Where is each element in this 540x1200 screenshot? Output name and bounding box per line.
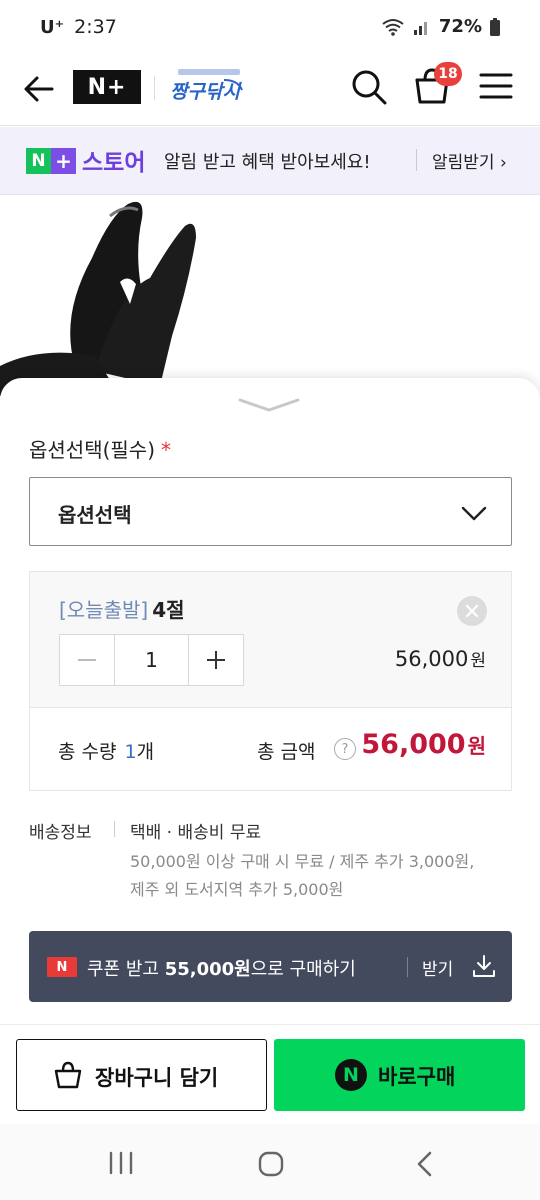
download-icon[interactable] <box>471 953 497 979</box>
quantity-stepper: 1 <box>59 634 244 686</box>
chevron-down-icon <box>238 398 300 412</box>
coupon-divider <box>407 957 408 977</box>
close-icon <box>465 604 479 618</box>
home-button[interactable] <box>258 1151 284 1177</box>
back-icon <box>417 1151 432 1177</box>
banner-message: 알림 받고 혜택 받아보세요! <box>164 152 371 173</box>
option-select-dropdown[interactable]: 옵션선택 <box>29 477 512 546</box>
wifi-icon <box>382 18 404 36</box>
coupon-text-post: 으로 구매하기 <box>250 959 356 980</box>
coupon-text-pre: 쿠폰 받고 <box>87 959 165 980</box>
cart-count-badge: 18 <box>434 62 462 86</box>
recents-icon <box>109 1151 133 1175</box>
android-navigation-bar <box>0 1124 540 1200</box>
selected-item-card: [오늘출발] 4절 1 56,000 원 <box>29 571 512 707</box>
coupon-download-bar[interactable]: N 쿠폰 받고 55,000원으로 구매하기 받기 <box>29 931 512 1002</box>
order-total-summary: 총 수량 1개 총 금액 ? 56,000 원 <box>29 707 512 791</box>
add-to-cart-label: 장바구니 담기 <box>95 1066 219 1090</box>
option-label-text: 옵션선택(필수) <box>29 438 156 462</box>
item-price-value: 56,000 <box>394 647 469 671</box>
shipping-info-label: 배송정보 <box>29 823 92 843</box>
shipping-condition-line2: 제주 외 도서지역 추가 5,000원 <box>130 880 344 899</box>
product-photo <box>0 201 196 396</box>
total-amount-value: 56,000 <box>361 729 466 760</box>
buy-now-label: 바로구매 <box>378 1065 456 1089</box>
total-amount-unit: 원 <box>467 734 486 758</box>
status-left: U⁺ 2:37 <box>40 16 117 38</box>
naver-plus-logo[interactable]: N+ <box>73 70 141 104</box>
naver-coupon-badge: N <box>47 957 77 977</box>
option-label: 옵션선택(필수) * <box>29 434 171 463</box>
battery-icon <box>490 17 500 36</box>
minus-icon <box>78 659 96 661</box>
add-to-cart-button[interactable]: 장바구니 담기 <box>16 1039 267 1111</box>
store-logo-image: 짱구닦시 <box>170 69 243 103</box>
status-time: 2:37 <box>74 16 117 38</box>
quantity-value[interactable]: 1 <box>114 635 189 685</box>
decrease-quantity-button[interactable] <box>60 635 114 685</box>
total-amount: 56,000 원 <box>361 729 486 760</box>
banner-divider <box>416 149 417 171</box>
carrier-label: U⁺ <box>40 16 65 38</box>
store-logo-text: 짱구닦시 <box>170 81 242 103</box>
store-word: 스토어 <box>82 150 146 176</box>
store-notification-banner[interactable]: N + 스토어 알림 받고 혜택 받아보세요! 알림받기 › <box>0 127 540 195</box>
total-quantity-unit: 개 <box>136 741 155 763</box>
sheet-collapse-handle[interactable] <box>236 394 302 414</box>
item-price: 56,000 원 <box>395 646 486 671</box>
battery-percent: 72% <box>438 16 482 37</box>
help-icon[interactable]: ? <box>334 738 356 760</box>
increase-quantity-button[interactable] <box>189 635 243 685</box>
shopping-bag-icon <box>54 1061 82 1089</box>
signal-icon <box>413 21 427 35</box>
product-image <box>0 196 540 396</box>
plus-icon <box>207 651 225 669</box>
item-tag: [오늘출발] <box>59 598 149 622</box>
coupon-text: 쿠폰 받고 55,000원으로 구매하기 <box>87 955 356 981</box>
total-quantity-value: 1 <box>124 741 137 763</box>
search-button[interactable] <box>350 68 388 106</box>
shipping-method: 택배 · 배송비 무료 <box>130 823 262 843</box>
status-bar: U⁺ 2:37 72% <box>0 0 540 56</box>
option-bottom-sheet: 옵션선택(필수) * 옵션선택 [오늘출발] 4절 1 56,000 원 총 수량 1… <box>0 378 540 1024</box>
home-icon <box>258 1151 284 1177</box>
back-arrow-icon <box>24 76 54 102</box>
buy-now-button[interactable]: N 바로구매 <box>274 1039 525 1111</box>
search-icon <box>352 70 387 105</box>
option-select-value: 옵션선택 <box>58 503 132 527</box>
total-quantity: 총 수량 1개 <box>58 737 154 764</box>
store-logo[interactable]: 짱구닦시 <box>164 66 254 108</box>
brand-plus: + <box>51 148 76 174</box>
chevron-down-icon <box>461 506 487 521</box>
item-price-unit: 원 <box>470 651 486 671</box>
menu-button[interactable] <box>478 70 514 102</box>
remove-item-button[interactable] <box>457 596 487 626</box>
required-mark: * <box>161 438 172 462</box>
naver-plus-store-mark: N + <box>26 148 76 174</box>
status-right: 72% <box>381 16 500 37</box>
item-option-name: 4절 <box>152 598 185 622</box>
notification-subscribe-link[interactable]: 알림받기 › <box>432 148 507 173</box>
brand-n: N <box>26 148 51 174</box>
selected-item-name: [오늘출발] 4절 <box>59 594 185 623</box>
total-amount-label: 총 금액 <box>257 741 316 763</box>
total-quantity-label: 총 수량 <box>58 741 117 763</box>
logo-divider <box>154 76 155 100</box>
hamburger-menu-icon <box>479 73 513 99</box>
coupon-get-label[interactable]: 받기 <box>422 955 453 980</box>
purchase-action-bar: 장바구니 담기 N 바로구매 <box>0 1024 540 1124</box>
top-header: N+ 짱구닦시 18 <box>0 56 540 126</box>
system-back-button[interactable] <box>412 1150 438 1178</box>
back-button[interactable] <box>22 72 56 106</box>
recents-button[interactable] <box>106 1150 136 1176</box>
coupon-amount: 55,000원 <box>164 959 251 980</box>
shipping-divider <box>114 821 115 837</box>
naver-pay-icon: N <box>335 1059 367 1091</box>
shipping-condition-line1: 50,000원 이상 구매 시 무료 / 제주 추가 3,000원, <box>130 852 475 871</box>
